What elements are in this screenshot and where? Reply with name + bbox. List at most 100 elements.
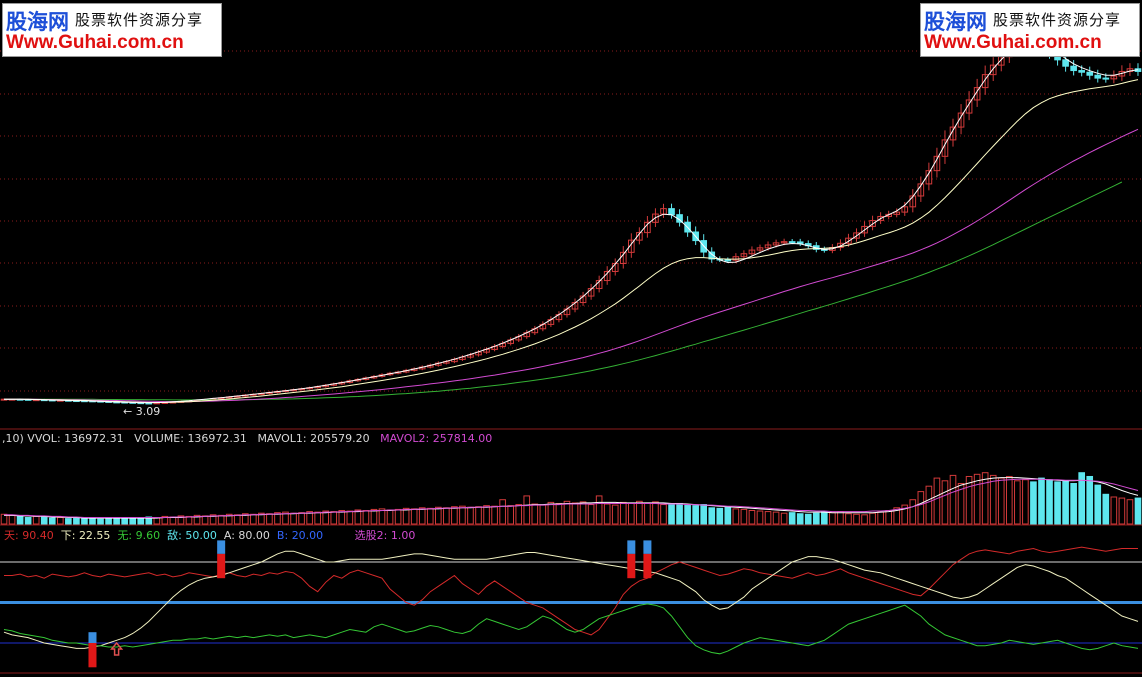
volume-bar — [1094, 484, 1102, 525]
volume-bar — [692, 505, 699, 525]
mavol2-value: 257814.00 — [432, 432, 493, 445]
volume-bar — [81, 517, 88, 525]
volume-bar — [877, 511, 884, 525]
volume-bar — [73, 517, 80, 525]
pick-label: 选股2: — [354, 529, 388, 542]
candle-body — [1062, 59, 1069, 67]
volume-bar — [997, 477, 1005, 525]
a-value: 80.00 — [238, 529, 270, 542]
volume-bar — [660, 504, 667, 525]
pick-value: 1.00 — [390, 529, 416, 542]
volume-label: VOLUME: — [134, 432, 184, 445]
volume-bar — [467, 506, 474, 525]
volume-bar — [708, 507, 716, 525]
volume-bar — [1054, 481, 1061, 525]
volume-bar — [829, 512, 836, 525]
volume-bar — [724, 506, 732, 525]
volume-bar — [539, 504, 547, 525]
b-label: B: — [276, 529, 289, 542]
volume-bar — [250, 513, 257, 525]
volume-bar — [217, 514, 225, 525]
volume-bar — [1110, 496, 1118, 525]
volume-bar — [716, 507, 724, 525]
volume-bar — [796, 513, 804, 525]
volume-bar — [571, 502, 579, 525]
mavol1-label: MAVOL1: — [257, 432, 307, 445]
volume-bar — [201, 515, 209, 525]
vvol-label: VVOL: — [27, 432, 61, 445]
volume-bar — [1070, 483, 1077, 525]
volume-bar — [378, 508, 386, 525]
enemy-label: 敌: — [167, 529, 182, 542]
volume-bar — [451, 506, 458, 525]
candle-body — [1070, 65, 1077, 72]
volume-bar — [563, 500, 571, 525]
volume-bar — [97, 518, 104, 525]
volume-bar — [780, 512, 788, 525]
volume-bar — [555, 502, 563, 525]
volume-bar — [57, 517, 64, 525]
volume-bar — [169, 516, 177, 525]
volume-bar — [346, 510, 354, 525]
volume-bar — [266, 513, 273, 525]
volume-bar — [772, 511, 780, 525]
volume-bar — [1102, 493, 1110, 525]
low-price-value: 3.09 — [135, 405, 161, 418]
volume-bar — [628, 502, 635, 525]
volume-bar — [314, 511, 321, 525]
watermark-url: Www.Guhai.com.cn — [6, 32, 184, 53]
down-label: 下: — [60, 529, 76, 542]
volume-bar — [732, 508, 740, 525]
volume-bar — [233, 514, 241, 525]
volume-bar — [491, 505, 498, 525]
volume-bar — [483, 505, 490, 525]
volume-bar — [298, 512, 305, 525]
volume-bar — [853, 513, 860, 525]
b-value: 20.00 — [291, 529, 324, 542]
down-value: 22.55 — [78, 529, 111, 542]
volume-bar — [1126, 499, 1134, 525]
volume-bar — [668, 503, 675, 525]
volume-bar — [861, 514, 868, 525]
indicator-legend: 天: 90.40 下: 22.55 无: 9.60 敌: 50.00 A: 80… — [4, 527, 415, 543]
volume-bar — [611, 504, 619, 525]
volume-bar — [48, 517, 56, 525]
volume-bar — [619, 501, 627, 525]
volume-bar — [547, 501, 555, 525]
sky-line — [4, 546, 1138, 636]
volume-bar — [1086, 475, 1094, 525]
volume-bar — [933, 477, 941, 525]
signal-blue-block — [643, 540, 652, 554]
volume-bar — [129, 517, 137, 525]
volume-bar — [941, 480, 949, 525]
volume-bar — [402, 507, 410, 525]
volume-bar — [684, 504, 691, 525]
candle-body — [724, 259, 732, 262]
volume-bar — [1134, 497, 1142, 525]
volume-value: 136972.31 — [187, 432, 247, 445]
volume-bar — [330, 511, 338, 525]
volume-bar — [917, 491, 925, 525]
volume-bar — [949, 474, 957, 525]
volume-bar — [515, 504, 523, 525]
signal-red-block — [627, 553, 636, 579]
signal-blue-block — [627, 540, 636, 554]
volume-bar — [652, 501, 659, 525]
earth-line — [3, 550, 1139, 649]
volume-bar — [370, 508, 378, 525]
mavol1-value: 205579.20 — [310, 432, 370, 445]
signal-red-block — [643, 553, 652, 579]
a-label: A: — [223, 529, 235, 542]
volume-bar — [499, 499, 506, 525]
volume-bar — [113, 518, 120, 525]
candle-body — [788, 241, 796, 244]
volume-bar — [885, 510, 892, 525]
none-label: 无: — [117, 529, 133, 542]
volume-bar — [105, 517, 112, 525]
candle-body — [668, 208, 675, 216]
watermark-left: 股海网 股票软件资源分享 Www.Guhai.com.cn — [2, 3, 222, 57]
signal-red-block — [217, 553, 226, 579]
sky-label: 天: — [4, 529, 19, 542]
volume-bar — [386, 509, 394, 525]
volume-bar — [16, 515, 24, 525]
